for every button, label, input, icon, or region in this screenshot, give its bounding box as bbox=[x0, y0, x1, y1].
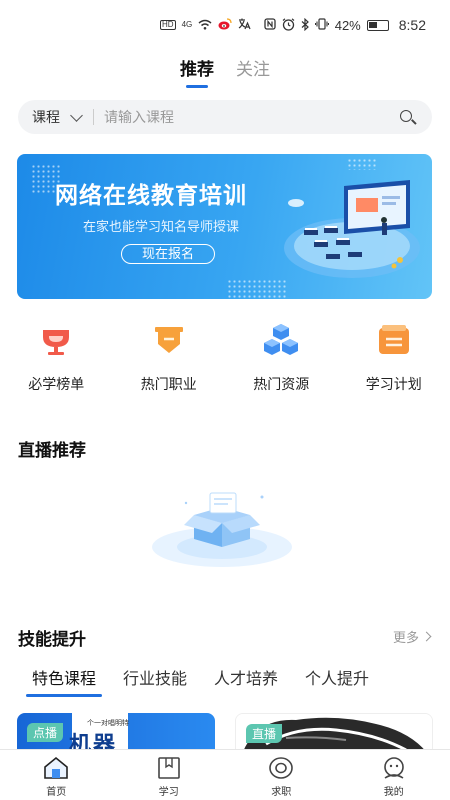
profile-icon bbox=[383, 757, 404, 779]
battery-icon bbox=[366, 19, 389, 31]
tab-recommend[interactable]: 推荐 bbox=[180, 55, 214, 88]
battery-percent: 42% bbox=[334, 17, 361, 33]
search-icon[interactable] bbox=[392, 102, 422, 132]
wifi-icon bbox=[198, 19, 212, 32]
chevron-right-icon bbox=[421, 631, 432, 642]
weibo-icon bbox=[218, 18, 232, 32]
banner-signup-button[interactable]: 现在报名 bbox=[121, 244, 215, 264]
target-icon bbox=[269, 757, 294, 779]
banner-subtitle: 在家也能学习知名导师授课 bbox=[83, 219, 240, 234]
quick-link-label: 热门资源 bbox=[253, 376, 310, 392]
vibrate-icon bbox=[314, 18, 329, 32]
tab-follow[interactable]: 关注 bbox=[236, 55, 270, 85]
tab-featured-courses[interactable]: 特色课程 bbox=[25, 665, 103, 697]
clock: 8:52 bbox=[398, 17, 426, 33]
live-badge: 直播 bbox=[246, 724, 283, 743]
tab-personal-growth[interactable]: 个人提升 bbox=[305, 665, 369, 697]
skills-section-title: 技能提升 bbox=[18, 630, 86, 649]
nav-label: 我的 bbox=[383, 787, 404, 798]
skill-tabs: 特色课程 行业技能 人才培养 个人提升 bbox=[18, 665, 396, 697]
banner-dots-decoration bbox=[227, 279, 287, 299]
quick-link-label: 必学榜单 bbox=[28, 376, 85, 392]
promo-banner[interactable]: 网络在线教育培训 在家也能学习知名导师授课 现在报名 bbox=[17, 154, 432, 299]
status-left-icons: HD 4G bbox=[160, 18, 251, 32]
classroom-illustration bbox=[284, 180, 420, 278]
nav-label: 学习 bbox=[158, 787, 179, 798]
course-card[interactable]: 直播 bbox=[235, 713, 433, 753]
more-link[interactable]: 更多 bbox=[392, 627, 432, 646]
quick-link-label: 热门职业 bbox=[140, 376, 197, 392]
nav-study[interactable]: 学习 bbox=[113, 750, 226, 800]
translate-icon bbox=[238, 18, 251, 32]
live-section-title: 直播推荐 bbox=[18, 441, 86, 460]
search-input[interactable] bbox=[104, 109, 392, 125]
nav-home[interactable]: 首页 bbox=[0, 750, 113, 800]
chevron-down-icon bbox=[70, 108, 83, 122]
nfc-icon bbox=[264, 18, 276, 32]
quick-link-label: 学习计划 bbox=[365, 376, 422, 392]
home-icon bbox=[44, 756, 69, 779]
banner-title: 网络在线教育培训 bbox=[55, 182, 247, 208]
search-category-label: 课程 bbox=[32, 109, 60, 125]
bluetooth-icon bbox=[301, 17, 309, 33]
vod-badge: 点播 bbox=[27, 723, 64, 742]
alarm-icon bbox=[282, 17, 295, 33]
quick-link-hot-resources[interactable]: 热门资源 bbox=[225, 320, 338, 400]
quick-link-must-learn[interactable]: 必学榜单 bbox=[0, 320, 113, 400]
search-divider bbox=[93, 109, 94, 125]
course-card[interactable]: 个一对唱明特 机器 点播 bbox=[17, 713, 215, 753]
hd-icon: HD bbox=[160, 20, 176, 30]
book-icon bbox=[157, 757, 180, 779]
bottom-nav: 首页 学习 求职 我的 bbox=[0, 749, 450, 800]
badge-icon bbox=[154, 327, 183, 353]
trophy-icon bbox=[43, 330, 70, 355]
search-bar: 课程 bbox=[18, 100, 432, 134]
quick-links: 必学榜单 热门职业 热门资源 学习计划 bbox=[0, 320, 450, 400]
tab-industry-skills[interactable]: 行业技能 bbox=[123, 665, 187, 697]
quick-link-study-plan[interactable]: 学习计划 bbox=[338, 320, 450, 400]
nav-label: 求职 bbox=[271, 787, 292, 798]
nav-label: 首页 bbox=[46, 787, 67, 798]
more-label: 更多 bbox=[392, 630, 419, 645]
nav-profile[interactable]: 我的 bbox=[338, 750, 450, 800]
empty-box-icon bbox=[152, 492, 292, 567]
status-bar: HD 4G 42% 8:52 bbox=[0, 0, 450, 52]
tab-talent-training[interactable]: 人才培养 bbox=[214, 665, 278, 697]
top-tabs: 推荐 关注 bbox=[0, 55, 450, 88]
nav-jobs[interactable]: 求职 bbox=[225, 750, 338, 800]
quick-link-hot-jobs[interactable]: 热门职业 bbox=[113, 320, 226, 400]
signal-4g-icon: 4G bbox=[181, 20, 193, 29]
search-category-select[interactable]: 课程 bbox=[18, 107, 87, 127]
cubes-icon bbox=[264, 324, 299, 355]
status-right-icons: 42% 8:52 bbox=[264, 17, 426, 33]
plan-icon bbox=[378, 325, 409, 354]
